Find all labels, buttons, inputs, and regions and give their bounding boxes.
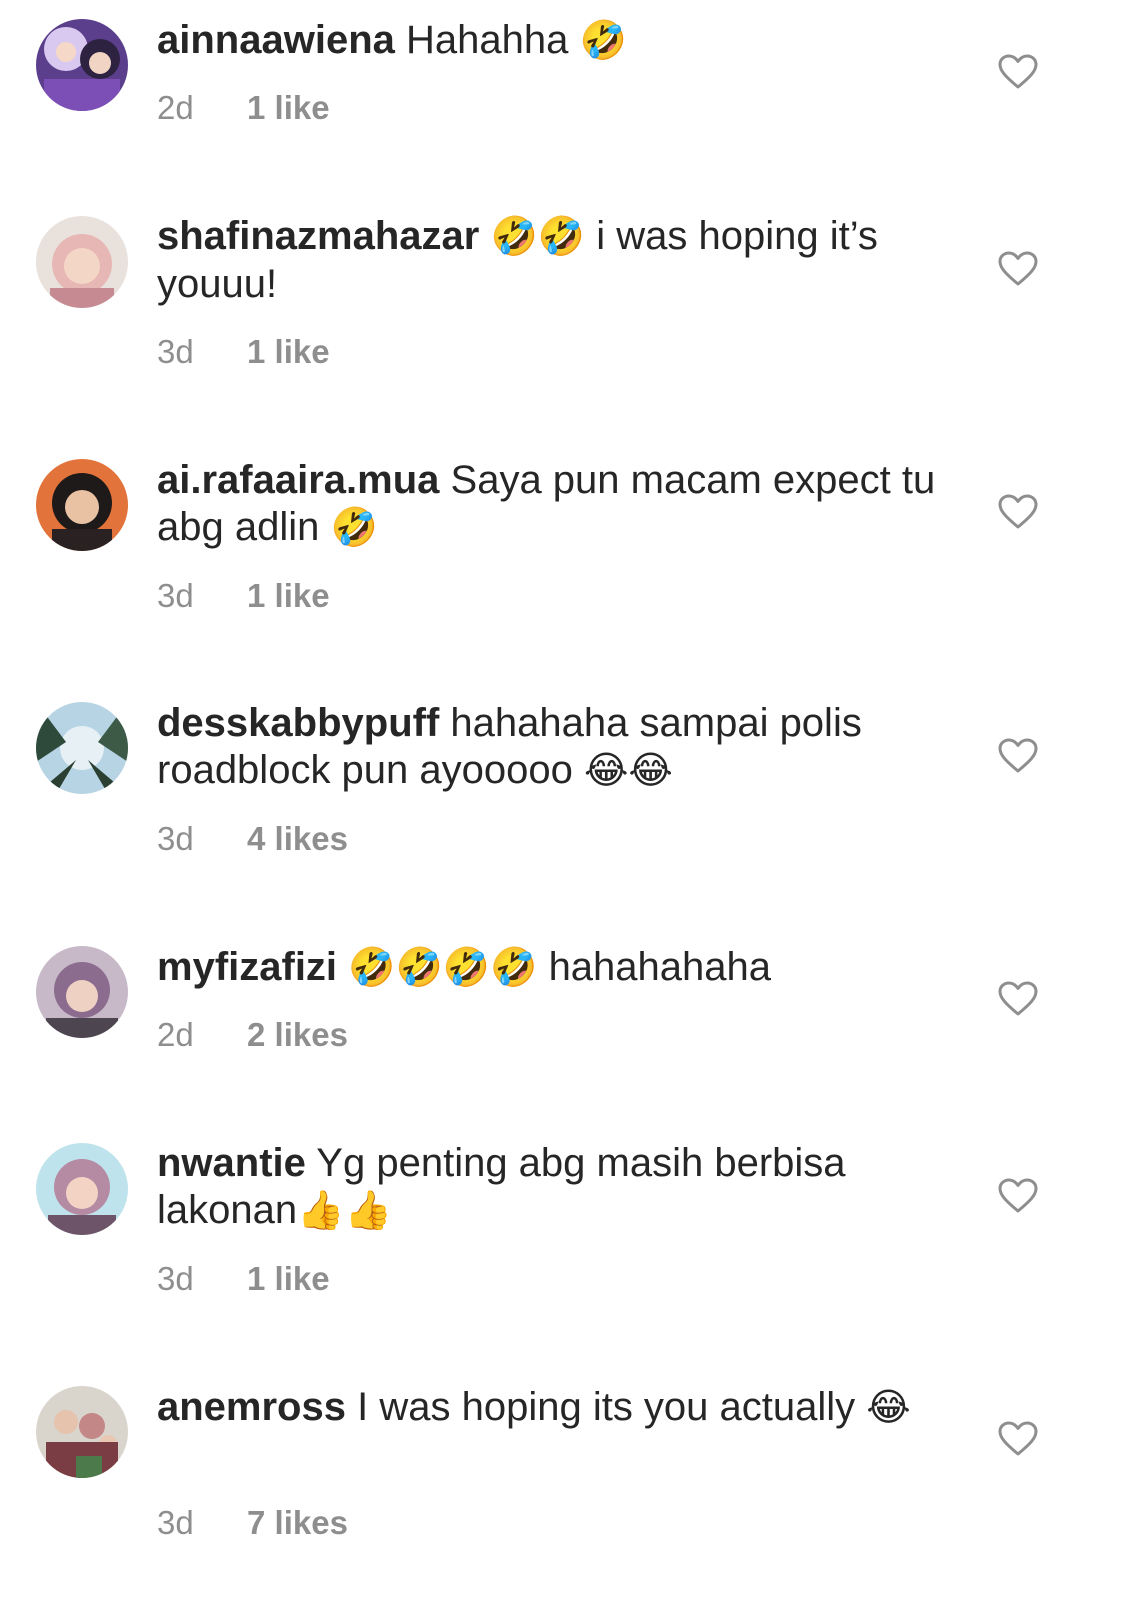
comment-likes[interactable]: 1 like xyxy=(247,577,330,614)
comment-meta: 3d 4 likes xyxy=(157,819,348,859)
comment-text: ai.rafaaira.mua Saya pun macam expect tu… xyxy=(157,457,957,552)
comment-username[interactable]: nwantie xyxy=(157,1141,306,1185)
comment-time: 3d xyxy=(157,1504,194,1541)
comment-meta: 3d 7 likes xyxy=(157,1503,348,1543)
comment-emoji: 🤣 xyxy=(330,507,378,549)
comment-emoji: 🤣 xyxy=(579,20,627,62)
comment-meta: 3d 1 like xyxy=(157,332,330,372)
avatar[interactable] xyxy=(36,946,128,1038)
comment-text: desskabbypuff hahahaha sampai polis road… xyxy=(157,700,957,795)
avatar[interactable] xyxy=(36,459,128,551)
comment-likes[interactable]: 1 like xyxy=(247,1260,330,1297)
comment-username[interactable]: anemross xyxy=(157,1385,346,1429)
comment-text: nwantie Yg penting abg masih berbisa lak… xyxy=(157,1140,957,1235)
avatar[interactable] xyxy=(36,216,128,308)
comment-body: hahahahaha xyxy=(548,945,772,989)
comment-emoji: 🤣🤣 xyxy=(490,216,586,258)
comment-meta: 2d 1 like xyxy=(157,88,330,128)
comment-time: 3d xyxy=(157,577,194,614)
heart-icon[interactable] xyxy=(998,251,1038,287)
heart-icon[interactable] xyxy=(998,1421,1038,1457)
comment-username[interactable]: desskabbypuff xyxy=(157,701,439,745)
comment-meta: 2d 2 likes xyxy=(157,1015,348,1055)
comment-text: shafinazmahazar 🤣🤣 i was hoping it’s you… xyxy=(157,213,957,308)
comment-body: Hahahha xyxy=(406,18,569,62)
heart-icon[interactable] xyxy=(998,738,1038,774)
heart-icon[interactable] xyxy=(998,494,1038,530)
comment-text: anemross I was hoping its you actually 😂 xyxy=(157,1384,957,1432)
avatar[interactable] xyxy=(36,702,128,794)
comment-likes[interactable]: 2 likes xyxy=(247,1016,348,1053)
comment-likes[interactable]: 7 likes xyxy=(247,1504,348,1541)
comment-emoji: 😂 xyxy=(866,1387,911,1429)
avatar[interactable] xyxy=(36,19,128,111)
comment-likes[interactable]: 1 like xyxy=(247,333,330,370)
comment-time: 3d xyxy=(157,333,194,370)
comment-meta: 3d 1 like xyxy=(157,1259,330,1299)
comment-username[interactable]: shafinazmahazar xyxy=(157,214,479,258)
comment-time: 3d xyxy=(157,1260,194,1297)
comment-text: ainnaawiena Hahahha 🤣 xyxy=(157,17,957,65)
comment-body: I was hoping its you actually xyxy=(357,1385,856,1429)
comment-username[interactable]: ainnaawiena xyxy=(157,18,395,62)
comment-username[interactable]: myfizafizi xyxy=(157,945,337,989)
comment-meta: 3d 1 like xyxy=(157,576,330,616)
avatar[interactable] xyxy=(36,1143,128,1235)
comment-time: 3d xyxy=(157,820,194,857)
comment-username[interactable]: ai.rafaaira.mua xyxy=(157,458,439,502)
comment-time: 2d xyxy=(157,1016,194,1053)
avatar[interactable] xyxy=(36,1386,128,1478)
comment-time: 2d xyxy=(157,89,194,126)
comment-likes[interactable]: 4 likes xyxy=(247,820,348,857)
heart-icon[interactable] xyxy=(998,1178,1038,1214)
heart-icon[interactable] xyxy=(998,981,1038,1017)
comment-likes[interactable]: 1 like xyxy=(247,89,330,126)
comment-text: myfizafizi 🤣🤣🤣🤣 hahahahaha xyxy=(157,944,957,992)
comment-emoji: 😂😂 xyxy=(584,750,673,792)
comment-emoji: 👍👍 xyxy=(297,1190,392,1232)
comment-emoji: 🤣🤣🤣🤣 xyxy=(348,947,538,989)
heart-icon[interactable] xyxy=(998,54,1038,90)
